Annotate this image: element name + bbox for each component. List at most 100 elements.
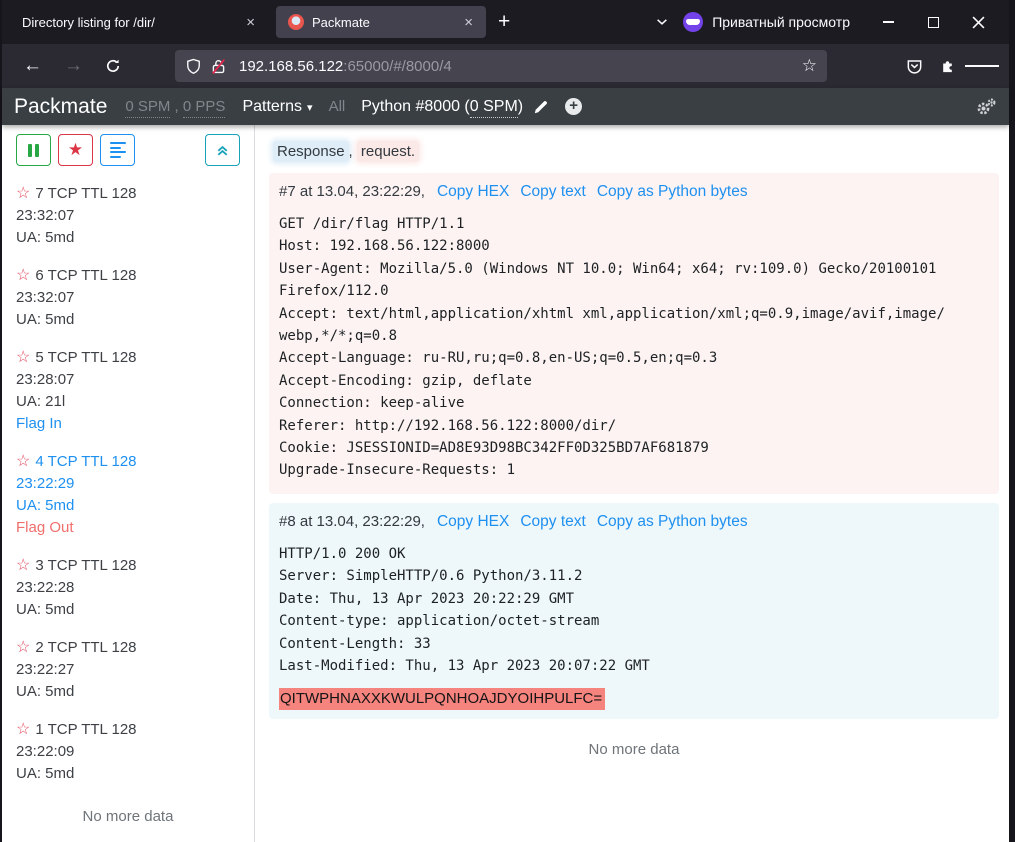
packet-title: 1 TCP TTL 128 bbox=[35, 721, 136, 738]
packet-title: 7 TCP TTL 128 bbox=[35, 185, 136, 202]
sort-lines-icon bbox=[110, 142, 126, 144]
tag-request: request. bbox=[357, 141, 419, 162]
packet-user-agent: UA: 5md bbox=[16, 681, 240, 702]
service-selector[interactable]: Python #8000 (0 SPM) bbox=[361, 98, 523, 116]
minimize-button[interactable] bbox=[866, 6, 911, 38]
close-window-button[interactable] bbox=[956, 6, 1001, 38]
edit-pencil-icon[interactable] bbox=[533, 99, 549, 115]
packet-list-item[interactable]: ☆ 4 TCP TTL 128 23:22:29 UA: 5md Flag Out bbox=[16, 451, 240, 538]
collapse-sidebar-button[interactable] bbox=[205, 134, 240, 166]
packet-list-item[interactable]: ☆6 TCP TTL 128 23:32:07 UA: 5md bbox=[16, 265, 240, 330]
packet-star-icon[interactable]: ☆ bbox=[16, 185, 30, 202]
packet-flag-label[interactable]: Flag In bbox=[16, 413, 240, 434]
forward-icon[interactable]: → bbox=[53, 55, 94, 77]
packet-star-icon[interactable]: ☆ bbox=[16, 721, 30, 738]
shield-icon[interactable] bbox=[185, 58, 202, 75]
private-browsing-badge: Приватный просмотр bbox=[683, 12, 850, 32]
bookmark-star-icon[interactable]: ☆ bbox=[802, 56, 817, 76]
sort-lines-button[interactable] bbox=[100, 134, 135, 166]
flag-match-highlight[interactable]: QITWPHNAXXKWULPQNHOAJDYOIHPULFC= bbox=[279, 688, 605, 710]
packet-detail-block: #7 at 13.04, 23:22:29, Copy HEX Copy text… bbox=[269, 173, 999, 494]
main-no-more-data: No more data bbox=[269, 741, 999, 758]
pause-icon bbox=[28, 144, 32, 157]
packet-list-item[interactable]: ☆5 TCP TTL 128 23:28:07 UA: 21l Flag In bbox=[16, 347, 240, 434]
tab-close-icon[interactable]: × bbox=[243, 14, 258, 31]
tab-title: Packmate bbox=[312, 15, 453, 30]
tab-packmate[interactable]: Packmate × bbox=[276, 6, 486, 38]
packet-user-agent: UA: 21l bbox=[16, 391, 240, 412]
packet-title: 6 TCP TTL 128 bbox=[35, 267, 136, 284]
packet-time: 23:22:27 bbox=[16, 659, 240, 680]
pocket-icon[interactable] bbox=[897, 50, 931, 82]
packet-user-agent: UA: 5md bbox=[16, 763, 240, 784]
settings-gears-icon[interactable] bbox=[975, 97, 997, 117]
packet-list-item[interactable]: ☆7 TCP TTL 128 23:32:07 UA: 5md bbox=[16, 183, 240, 248]
packet-detail-pane: Response, request. #7 at 13.04, 23:22:29… bbox=[255, 125, 1009, 842]
maximize-button[interactable] bbox=[911, 6, 956, 38]
pause-capture-button[interactable] bbox=[16, 134, 51, 166]
copy-text-link[interactable]: Copy text bbox=[520, 183, 585, 201]
extensions-puzzle-icon[interactable] bbox=[931, 50, 965, 82]
nav-item-all[interactable]: All bbox=[329, 98, 346, 115]
favorite-star-icon: ★ bbox=[68, 140, 83, 160]
packet-star-icon[interactable]: ☆ bbox=[16, 267, 30, 284]
list-tabs-chevron-icon[interactable] bbox=[641, 15, 683, 29]
maximize-icon bbox=[928, 17, 939, 28]
packet-title: 5 TCP TTL 128 bbox=[35, 349, 136, 366]
back-icon[interactable]: ← bbox=[12, 55, 53, 77]
reload-icon[interactable] bbox=[94, 58, 132, 74]
patterns-dropdown[interactable]: Patterns▾ bbox=[242, 98, 312, 116]
packet-list-item[interactable]: ☆3 TCP TTL 128 23:22:28 UA: 5md bbox=[16, 555, 240, 620]
packet-time: 23:22:09 bbox=[16, 741, 240, 762]
browser-window: Directory listing for /dir/ × Packmate ×… bbox=[0, 0, 1015, 842]
copy-hex-link[interactable]: Copy HEX bbox=[437, 183, 509, 201]
brand-packmate[interactable]: Packmate bbox=[14, 95, 107, 119]
private-mask-icon bbox=[683, 12, 703, 32]
packet-flag-label[interactable]: Flag Out bbox=[16, 517, 240, 538]
favorites-filter-button[interactable]: ★ bbox=[58, 134, 93, 166]
packet-title: 4 TCP TTL 128 bbox=[35, 453, 136, 470]
copy-as-python-bytes-link[interactable]: Copy as Python bytes bbox=[597, 513, 748, 531]
content-area: ★ ☆ 7 TCP TTL 128 23:32:07 UA: 5md ☆ 6 TCP… bbox=[2, 125, 1009, 842]
packet-detail-label: #7 at 13.04, 23:22:29, bbox=[279, 183, 425, 200]
packet-detail-block: #8 at 13.04, 23:22:29, Copy HEX Copy text… bbox=[269, 503, 999, 719]
packet-title: 2 TCP TTL 128 bbox=[35, 639, 136, 656]
packet-time: 23:22:29 bbox=[16, 473, 240, 494]
stream-tags: Response, request. bbox=[273, 143, 999, 160]
packet-payload-text: GET /dir/flag HTTP/1.1 Host: 192.168.56.… bbox=[279, 213, 951, 482]
packet-payload-text: HTTP/1.0 200 OK Server: SimpleHTTP/0.6 P… bbox=[279, 543, 951, 677]
new-tab-button[interactable]: + bbox=[486, 10, 522, 34]
sidebar-no-more-data: No more data bbox=[16, 808, 240, 825]
packet-user-agent: UA: 5md bbox=[16, 495, 240, 516]
spm-stat: 0 SPM bbox=[125, 98, 170, 118]
copy-as-python-bytes-link[interactable]: Copy as Python bytes bbox=[597, 183, 748, 201]
menu-hamburger-icon[interactable] bbox=[965, 50, 999, 82]
toolbar-right-icons bbox=[897, 50, 999, 82]
patterns-caret-icon: ▾ bbox=[307, 102, 313, 114]
url-bar[interactable]: 192.168.56.122:65000/#/8000/4 ☆ bbox=[175, 50, 827, 82]
collapse-up-icon bbox=[215, 143, 230, 158]
pattern-match-line: QITWPHNAXXKWULPQNHOAJDYOIHPULFC= bbox=[279, 690, 989, 707]
copy-text-link[interactable]: Copy text bbox=[520, 513, 585, 531]
add-service-button[interactable]: + bbox=[565, 98, 582, 115]
copy-hex-link[interactable]: Copy HEX bbox=[437, 513, 509, 531]
packet-user-agent: UA: 5md bbox=[16, 227, 240, 248]
close-icon bbox=[972, 16, 985, 29]
packet-star-icon[interactable]: ☆ bbox=[16, 557, 30, 574]
copy-links: Copy HEX Copy text Copy as Python bytes bbox=[437, 513, 748, 531]
packet-time: 23:32:07 bbox=[16, 287, 240, 308]
packet-list-item[interactable]: ☆ 2 TCP TTL 128 23:22:27 UA: 5md bbox=[16, 637, 240, 702]
tab-directory-listing[interactable]: Directory listing for /dir/ × bbox=[10, 6, 268, 38]
packet-detail-label: #8 at 13.04, 23:22:29, bbox=[279, 513, 425, 530]
url-text[interactable]: 192.168.56.122:65000/#/8000/4 bbox=[239, 58, 452, 75]
packet-star-icon[interactable]: ☆ bbox=[16, 349, 30, 366]
insecure-lock-icon[interactable] bbox=[210, 58, 227, 75]
packet-list: ☆ 7 TCP TTL 128 23:32:07 UA: 5md ☆ 6 TCP T… bbox=[16, 183, 240, 784]
packet-star-icon[interactable]: ☆ bbox=[16, 639, 30, 656]
tab-title: Directory listing for /dir/ bbox=[22, 15, 235, 30]
tab-close-icon[interactable]: × bbox=[461, 14, 476, 31]
packet-star-icon[interactable]: ☆ bbox=[16, 453, 30, 470]
packet-list-item[interactable]: ☆ 1 TCP TTL 128 23:22:09 UA: 5md bbox=[16, 719, 240, 784]
browser-tab-bar: Directory listing for /dir/ × Packmate ×… bbox=[2, 0, 1009, 44]
sidebar-controls: ★ bbox=[16, 134, 240, 166]
